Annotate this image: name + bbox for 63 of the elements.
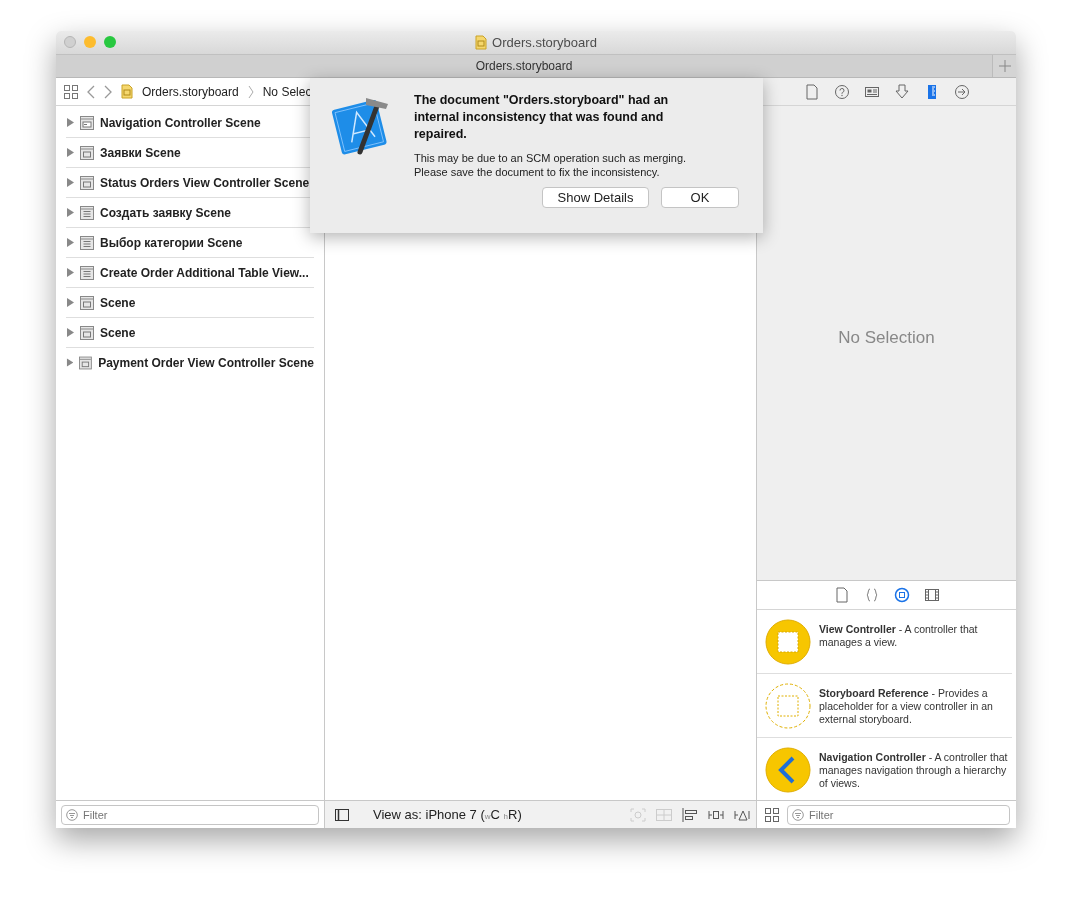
no-selection-text: No Selection — [838, 328, 935, 348]
disclosure-triangle-icon[interactable] — [66, 268, 74, 277]
grid-view-icon[interactable] — [765, 807, 779, 822]
scene-name[interactable]: Scene — [100, 325, 136, 340]
storyboard-reference-icon — [765, 683, 811, 729]
window-title: Orders.storyboard — [492, 35, 597, 50]
scene-icon — [80, 325, 94, 340]
chevron-icon — [247, 84, 254, 99]
disclosure-triangle-icon[interactable] — [66, 298, 74, 307]
sidebar-toggle-icon[interactable] — [335, 808, 349, 821]
attributes-inspector-tab[interactable] — [893, 83, 910, 100]
alert-message: This may be due to an SCM operation such as merging. Please save the document to fix the inconsistency. — [414, 151, 688, 179]
scene-name[interactable]: Создать заявку Scene — [100, 205, 231, 220]
scene-icon — [79, 355, 93, 370]
editor-tab[interactable]: Orders.storyboard — [56, 55, 992, 77]
disclosure-triangle-icon[interactable] — [66, 238, 74, 247]
back-icon[interactable] — [87, 84, 95, 99]
navigation-controller-icon — [765, 747, 811, 793]
scene-icon — [80, 145, 94, 160]
disclosure-triangle-icon[interactable] — [66, 328, 74, 337]
connections-inspector-tab[interactable] — [953, 83, 970, 100]
library-item-description: Navigation Controller - A controller that manages navigation through a hierarchy of views. — [819, 750, 1008, 790]
view-controller-icon — [765, 619, 811, 665]
scene-name[interactable]: Navigation Controller Scene — [100, 115, 261, 130]
grid-icon[interactable] — [64, 84, 78, 99]
filter-field[interactable]: Filter — [61, 804, 319, 825]
scene-name[interactable]: Status Orders View Controller Scene — [100, 175, 310, 190]
dialog-button[interactable]: OK — [661, 187, 739, 208]
breadcrumb-item[interactable]: No Selec — [262, 84, 312, 99]
navigation-scene-icon — [80, 115, 94, 130]
filter-icon — [792, 808, 804, 821]
scene-icon — [80, 265, 94, 280]
library-item-description: View Controller - A controller that manages a view. — [819, 622, 979, 649]
scene-name[interactable]: Scene — [100, 295, 136, 310]
scene-name[interactable]: Выбор категории Scene — [100, 235, 243, 250]
breadcrumb-item[interactable]: Orders.storyboard — [142, 84, 239, 99]
alert-title: The document "Orders.storyboard" had an internal inconsistency that was found and repaired. — [414, 92, 670, 143]
forward-icon[interactable] — [104, 84, 112, 99]
dialog-button[interactable]: Show Details — [542, 187, 649, 208]
filter-field[interactable]: Filter — [787, 804, 1010, 825]
storyboard-file-icon — [121, 84, 133, 99]
scene-icon — [80, 175, 94, 190]
scene-name[interactable]: Create Order Additional Table View... — [100, 265, 309, 280]
disclosure-triangle-icon[interactable] — [66, 118, 74, 127]
media-library-tab[interactable] — [923, 587, 940, 603]
object-library-tab[interactable] — [893, 587, 910, 603]
filter-icon — [66, 808, 78, 821]
scene-name[interactable]: Payment Order View Controller Scene — [98, 355, 314, 370]
disclosure-triangle-icon[interactable] — [66, 208, 74, 217]
storyboard-file-icon — [475, 35, 488, 50]
scene-icon — [80, 205, 94, 220]
disclosure-triangle-icon[interactable] — [66, 178, 74, 187]
scene-name[interactable]: Заявки Scene — [100, 145, 181, 160]
help-inspector-tab[interactable] — [833, 83, 850, 100]
file-inspector-tab[interactable] — [803, 83, 820, 100]
align-icon[interactable] — [682, 807, 698, 822]
zoom-button[interactable] — [104, 36, 116, 48]
file-library-tab[interactable] — [833, 587, 850, 603]
disclosure-triangle-icon[interactable] — [66, 358, 74, 367]
scene-icon — [80, 295, 94, 310]
scene-icon — [80, 235, 94, 250]
library-item-description: Storyboard Reference - Provides a placeholder for a view controller in an external storyboard. — [819, 686, 994, 726]
disclosure-triangle-icon[interactable] — [66, 148, 74, 157]
